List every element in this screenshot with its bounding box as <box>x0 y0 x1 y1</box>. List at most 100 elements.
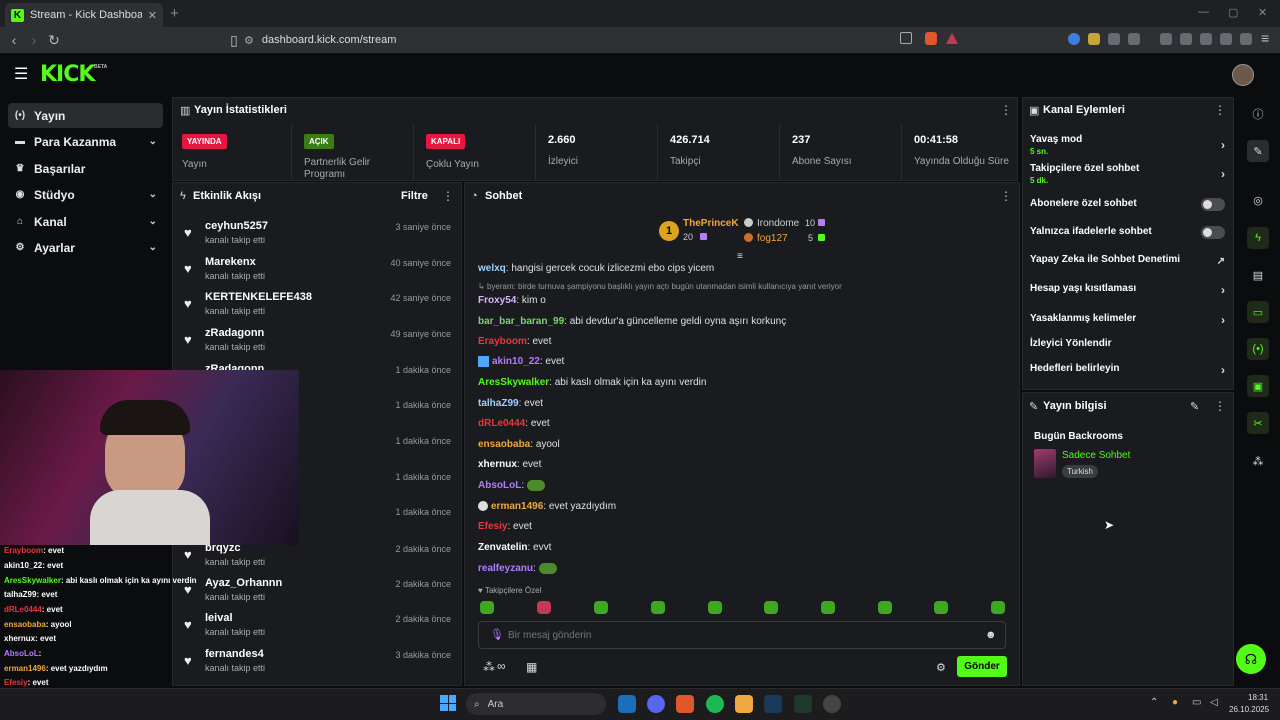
lightning-icon[interactable]: ϟ <box>1247 227 1269 249</box>
brave-shields-icon[interactable] <box>925 32 937 45</box>
category-thumbnail[interactable] <box>1034 449 1056 478</box>
leo-icon[interactable] <box>1220 33 1232 45</box>
forward-icon[interactable]: › <box>24 32 44 48</box>
sidebar-item-para-kazanma[interactable]: ▬ Para Kazanma ⌄ <box>8 129 163 154</box>
emote-icon[interactable] <box>991 601 1005 614</box>
share-icon[interactable] <box>900 32 912 44</box>
store-icon[interactable]: ▦ <box>526 660 537 674</box>
maximize-icon[interactable]: ▢ <box>1228 6 1238 19</box>
emote-icon[interactable] <box>821 601 835 614</box>
feed-username[interactable]: Ayaz_Orhannn <box>205 577 282 589</box>
camera-icon[interactable]: ◎ <box>1247 189 1269 211</box>
list-item[interactable]: ♥ leival kanalı takip etti 2 dakika önce <box>180 610 455 644</box>
list-item[interactable]: ♥ KERTENKELEFE438 kanalı takip etti 42 sani… <box>180 289 455 323</box>
hamburger-menu-icon[interactable]: ☰ <box>14 64 28 84</box>
tools-icon[interactable]: ✂ <box>1247 412 1269 434</box>
chat-username[interactable]: ensaobaba <box>478 439 530 450</box>
activity-more-icon[interactable]: ⋮ <box>442 189 454 203</box>
link-icon[interactable]: ∞ <box>497 659 506 673</box>
channel-action-item[interactable]: Hesap yaşı kısıtlaması › <box>1030 283 1225 297</box>
chat-username[interactable]: erman1496 <box>491 501 543 512</box>
network-icon[interactable]: ▭ <box>1192 697 1201 708</box>
sidebar-item-basarilar[interactable]: ♛ Başarılar <box>8 156 163 181</box>
channel-action-item[interactable]: Abonelere özel sohbet <box>1030 198 1225 211</box>
emote-icon[interactable] <box>708 601 722 614</box>
feed-username[interactable]: KERTENKELEFE438 <box>205 291 312 303</box>
wallet-icon[interactable] <box>1200 33 1212 45</box>
vpn-icon[interactable] <box>1240 33 1252 45</box>
sidebar-icon[interactable] <box>1180 33 1192 45</box>
taskbar-search[interactable]: ⌕ Ara <box>466 693 606 715</box>
app-icon[interactable] <box>735 695 753 713</box>
music-icon[interactable] <box>1160 33 1172 45</box>
windows-start-icon[interactable] <box>440 695 456 711</box>
broadcast-rail-icon[interactable]: (•) <box>1247 338 1269 360</box>
steam-alt-icon[interactable] <box>764 695 782 713</box>
back-icon[interactable]: ‹ <box>4 32 24 48</box>
chat-username[interactable]: dRLe0444 <box>478 418 525 429</box>
mic-tray-icon[interactable]: ● <box>1172 697 1178 708</box>
reload-icon[interactable]: ↻ <box>44 32 64 49</box>
stream-info-more-icon[interactable]: ⋮ <box>1214 399 1226 413</box>
channel-action-item[interactable]: Yalnızca ifadelerle sohbet <box>1030 226 1225 239</box>
kick-logo[interactable]: KICK <box>40 62 95 87</box>
send-button[interactable]: Gönder <box>957 656 1007 677</box>
channel-action-item[interactable]: Yapay Zeka ile Sohbet Denetimi ↗ <box>1030 254 1225 267</box>
extension-icon[interactable] <box>1128 33 1140 45</box>
close-window-icon[interactable]: ✕ <box>1258 6 1267 19</box>
extension-icon[interactable] <box>1088 33 1100 45</box>
toggle-switch[interactable] <box>1201 198 1225 211</box>
url-field[interactable]: ⚙ dashboard.kick.com/stream <box>244 30 964 50</box>
edit-pencil-icon[interactable]: ✎ <box>1190 400 1199 413</box>
chat-username[interactable]: AbsoLoL <box>478 480 521 491</box>
sidebar-item-yayin[interactable]: (•) Yayın <box>8 103 163 128</box>
spotify-icon[interactable] <box>706 695 724 713</box>
pencil-icon[interactable]: ✎ <box>1247 140 1269 162</box>
steam-icon[interactable] <box>618 695 636 713</box>
emote-icon[interactable] <box>878 601 892 614</box>
chat-username[interactable]: bar_bar_baran_99 <box>478 316 564 327</box>
sidebar-item-ayarlar[interactable]: ⚙ Ayarlar ⌄ <box>8 235 163 260</box>
chat-username[interactable]: akin10_22 <box>492 356 540 367</box>
feed-username[interactable]: ceyhun5257 <box>205 220 268 232</box>
apps-icon[interactable]: ⁂ <box>1247 450 1269 472</box>
list-item[interactable]: ♥ brqyzc kanalı takip etti 2 dakika önce <box>180 540 455 574</box>
list-item[interactable]: ♥ fernandes4 kanalı takip etti 3 dakika önc… <box>180 646 455 680</box>
emote-icon[interactable] <box>480 601 494 614</box>
chat-username[interactable]: welxq <box>478 263 506 274</box>
chat-username[interactable]: Erayboom <box>478 336 527 347</box>
sidebar-item-studyo[interactable]: ◉ Stüdyo ⌄ <box>8 182 163 207</box>
emote-icon[interactable] <box>764 601 778 614</box>
chat-settings-gear-icon[interactable]: ⚙ <box>936 661 946 674</box>
filter-button[interactable]: Filtre <box>401 190 428 202</box>
list-item[interactable]: ♥ zRadagonn kanalı takip etti 49 saniye önc… <box>180 325 455 359</box>
obs-icon[interactable] <box>823 695 841 713</box>
chat-username[interactable]: Zenvatelin <box>478 542 527 553</box>
tray-chevron-icon[interactable]: ⌃ <box>1150 697 1158 708</box>
feed-username[interactable]: fernandes4 <box>205 648 264 660</box>
channel-action-item[interactable]: İzleyici Yönlendir <box>1030 338 1225 349</box>
extension-icon[interactable] <box>1068 33 1080 45</box>
volume-icon[interactable]: ◁ <box>1210 697 1218 708</box>
top-gifter-name[interactable]: ThePrinceK <box>683 218 739 229</box>
feed-username[interactable]: leival <box>205 612 233 624</box>
stream-manager-icon[interactable]: ▣ <box>1247 375 1269 397</box>
chat-username[interactable]: Efesiy <box>478 521 507 532</box>
kick-points-icon[interactable]: ⁂ <box>483 660 495 674</box>
channel-action-item[interactable]: Yasaklanmış kelimeler › <box>1030 313 1225 327</box>
microphone-icon[interactable]: 🎙 <box>490 628 504 641</box>
chat-more-icon[interactable]: ⋮ <box>1000 189 1012 203</box>
third-gifter-name[interactable]: fog127 <box>757 233 788 244</box>
brave-rewards-icon[interactable] <box>946 33 958 44</box>
puzzle-icon[interactable] <box>1108 33 1120 45</box>
list-item[interactable]: ♥ ceyhun5257 kanalı takip etti 3 saniye önc… <box>180 218 455 252</box>
channel-action-item[interactable]: Takipçilere özel sohbet 5 dk. › <box>1030 163 1225 185</box>
emote-icon[interactable] <box>594 601 608 614</box>
emoji-icon[interactable]: ☻ <box>985 629 997 641</box>
new-tab-icon[interactable]: + <box>170 5 179 22</box>
sidebar-item-kanal[interactable]: ⌂ Kanal ⌄ <box>8 209 163 234</box>
help-support-icon[interactable]: ☊ <box>1236 644 1266 674</box>
chat-username[interactable]: AresSkywalker <box>478 377 549 388</box>
xbox-icon[interactable] <box>794 695 812 713</box>
emote-icon[interactable] <box>651 601 665 614</box>
